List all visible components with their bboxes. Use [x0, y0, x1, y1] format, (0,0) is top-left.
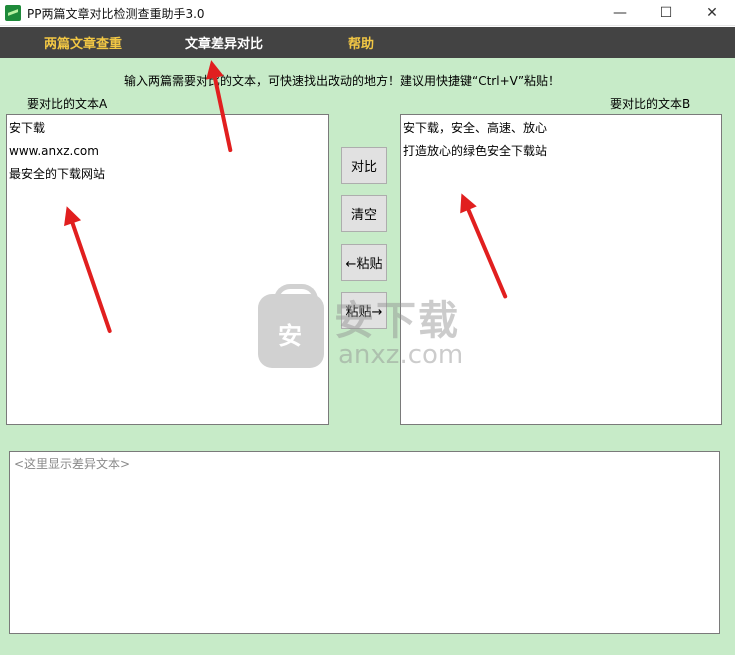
minimize-button[interactable]: —: [597, 0, 643, 26]
text-b-input[interactable]: 安下载，安全、高速、放心 打造放心的绿色安全下载站: [400, 114, 722, 425]
menu-item-diff-compare[interactable]: 文章差异对比: [185, 33, 263, 52]
window-title: PP两篇文章对比检测查重助手3.0: [27, 7, 205, 21]
diff-placeholder: <这里显示差异文本>: [14, 457, 131, 471]
title-bar: PP两篇文章对比检测查重助手3.0 — ☐ ✕: [0, 0, 735, 26]
clear-button[interactable]: 清空: [341, 195, 387, 232]
text-line: www.anxz.com: [9, 144, 99, 158]
main-panel: 输入两篇需要对比的文本，可快速找出改动的地方！建议用快捷键“Ctrl+V”粘贴！…: [0, 58, 735, 655]
app-logo-icon: [5, 5, 21, 21]
menu-item-duplicate-check[interactable]: 两篇文章查重: [44, 33, 122, 52]
text-a-label: 要对比的文本A: [27, 97, 108, 111]
watermark-title: 安下载: [334, 298, 460, 344]
menu-bar: 两篇文章查重 文章差异对比 帮助: [0, 27, 735, 58]
paste-left-button[interactable]: ←粘贴: [341, 244, 387, 281]
menu-item-help[interactable]: 帮助: [348, 33, 374, 52]
watermark-logo: 安 安下载 anxz.com: [258, 284, 478, 376]
text-line: 安下载: [9, 121, 46, 135]
instruction-text: 输入两篇需要对比的文本，可快速找出改动的地方！建议用快捷键“Ctrl+V”粘贴！: [124, 74, 561, 88]
shield-icon: 安: [258, 284, 324, 368]
text-line: 安下载，安全、高速、放心: [403, 121, 548, 135]
text-line: 打造放心的绿色安全下载站: [403, 144, 548, 158]
text-a-input[interactable]: 安下载 www.anxz.com 最安全的下载网站: [6, 114, 329, 425]
watermark-url: anxz.com: [338, 340, 464, 370]
close-button[interactable]: ✕: [689, 0, 735, 26]
text-b-label: 要对比的文本B: [610, 97, 691, 111]
text-line: 最安全的下载网站: [9, 167, 106, 181]
diff-output[interactable]: <这里显示差异文本>: [9, 451, 720, 634]
shield-char: 安: [278, 322, 302, 350]
compare-button[interactable]: 对比: [341, 147, 387, 184]
maximize-button[interactable]: ☐: [643, 0, 689, 26]
